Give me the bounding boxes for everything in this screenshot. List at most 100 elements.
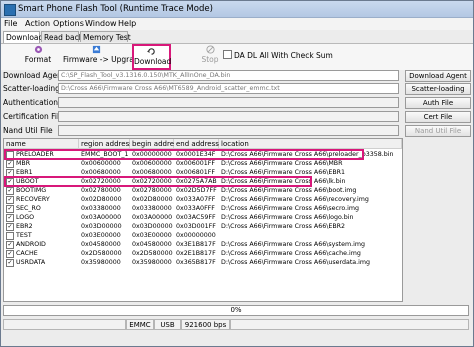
menu-options[interactable]: Options: [53, 19, 84, 28]
cell-begin: 0x2D580000: [132, 250, 173, 257]
progress-bar: 0%: [3, 305, 469, 316]
format-button[interactable]: Format: [23, 45, 53, 64]
cell-begin: 0x00000000: [132, 151, 172, 158]
download-agent-button[interactable]: Download Agent: [405, 70, 471, 82]
table-row[interactable]: TEST 0x03E00000 0x03E00000 0x00000000: [4, 231, 402, 240]
cell-begin: 0x02D80000: [132, 196, 173, 203]
row-checkbox[interactable]: [6, 250, 14, 258]
table-row[interactable]: EBR20x03D000000x03D000000x03D001FFD:\Cro…: [4, 222, 402, 231]
certification-file-input[interactable]: [58, 111, 399, 122]
cell-region: 0x02D80000: [81, 196, 122, 203]
cell-name: BOOTIMG: [16, 187, 47, 194]
tab-download[interactable]: Download: [3, 31, 43, 43]
row-checkbox[interactable]: [6, 214, 14, 222]
cell-region: 0x02720000: [81, 178, 121, 185]
row-checkbox[interactable]: [6, 232, 14, 240]
table-row[interactable]: RECOVERY0x02D800000x02D800000x033A07FFD:…: [4, 195, 402, 204]
cell-location: D:\Cross A66\Firmware Cross A66\boot.img: [221, 187, 357, 194]
row-checkbox[interactable]: [6, 223, 14, 231]
row-checkbox[interactable]: [6, 259, 14, 267]
cell-begin: 0x00600000: [132, 160, 172, 167]
cert-file-button[interactable]: Cert File: [405, 111, 471, 123]
row-checkbox[interactable]: [6, 169, 14, 177]
cell-location: D:\Cross A66\Firmware Cross A66\system.i…: [221, 241, 366, 248]
download-button[interactable]: Download: [132, 44, 171, 70]
cell-location: D:\Cross A66\Firmware Cross A66\recovery…: [221, 196, 369, 203]
scatter-loading-input[interactable]: D:\Cross A66\Firmware Cross A66\MT6589_A…: [58, 83, 399, 94]
menu-action[interactable]: Action: [25, 19, 50, 28]
nand-util-input[interactable]: [58, 125, 399, 136]
table-row[interactable]: UBOOT 0x02720000 0x02720000 0x0275A7AB D:\Cr…: [4, 177, 402, 186]
checkbox-icon: [223, 50, 232, 59]
cell-location: D:\Cross A66\Firmware Cross A66\logo.bin: [221, 214, 354, 221]
authentication-file-input[interactable]: [58, 97, 399, 108]
table-row[interactable]: ANDROID 0x04580000 0x04580000 0x3E1B817F D:\…: [4, 240, 402, 249]
tab-read-back[interactable]: Read back: [41, 31, 83, 42]
column-header-name[interactable]: name: [4, 139, 79, 149]
stop-button[interactable]: Stop: [200, 45, 220, 64]
row-checkbox[interactable]: [6, 196, 14, 204]
flash-tool-window: Smart Phone Flash Tool (Runtime Trace Mo…: [0, 0, 474, 347]
cell-location: D:\Cross A66\Firmware Cross A66\EBR1: [221, 169, 346, 176]
auth-file-button[interactable]: Auth File: [405, 97, 471, 109]
toolbar: Format Firmware -> Upgrade Download Stop…: [1, 43, 473, 70]
column-header-region-address[interactable]: region address: [79, 139, 133, 149]
cell-location: D:\Cross A66\Firmware Cross A66\secro.im…: [221, 205, 360, 212]
column-header-end-address[interactable]: end address: [174, 139, 219, 149]
row-checkbox[interactable]: [6, 160, 14, 168]
cell-name: SEC_RO: [16, 205, 41, 212]
status-cells: EMMC USB 921600 bps: [3, 319, 469, 330]
table-row[interactable]: SEC_RO 0x03380000 0x03380000 0x033A0FFF D:\C…: [4, 204, 402, 213]
column-header-location[interactable]: location: [219, 139, 402, 149]
table-row[interactable]: PRELOADER EMMC_BOOT_1 0x00000000 0x0001E34F…: [4, 150, 402, 159]
row-checkbox[interactable]: [6, 241, 14, 249]
menu-window[interactable]: Window: [85, 19, 117, 28]
cell-region: 0x03380000: [81, 205, 121, 212]
da-checksum-checkbox[interactable]: DA DL All With Check Sum: [223, 50, 333, 60]
status-message-cell: [230, 319, 469, 330]
firmware-upgrade-button[interactable]: Firmware -> Upgrade: [63, 45, 143, 64]
da-checksum-label: DA DL All With Check Sum: [234, 51, 333, 60]
baud-rate: 921600 bps: [181, 319, 230, 330]
cell-location: D:\Cross A66\Firmware Cross A66\EBR2: [221, 223, 346, 230]
table-row[interactable]: USRDATA 0x35980000 0x35980000 0x365B817F D:\…: [4, 258, 402, 267]
table-row[interactable]: BOOTIMG 0x02780000 0x02780000 0x02D5D7FF D:\…: [4, 186, 402, 195]
row-checkbox[interactable]: [6, 151, 14, 159]
cell-end: 0x03AC59FF: [176, 214, 216, 221]
port-type: USB: [154, 319, 181, 330]
menu-file[interactable]: File: [4, 19, 17, 28]
stop-label: Stop: [201, 55, 219, 64]
cell-location: D:\Cross A66\Firmware Cross A66\cache.im…: [221, 250, 361, 257]
menu-help[interactable]: Help: [118, 19, 136, 28]
nand-util-button[interactable]: Nand Util File: [405, 125, 471, 137]
cell-region: EMMC_BOOT_1: [81, 151, 129, 158]
stop-icon: [205, 45, 215, 54]
row-checkbox[interactable]: [6, 205, 14, 213]
cell-location: D:\Cross A66\Firmware Cross A66\preloade…: [221, 151, 394, 158]
table-row[interactable]: MBR 0x00600000 0x00600000 0x006001FF D:\Cros…: [4, 159, 402, 168]
download-label: Download: [134, 57, 172, 66]
cell-region: 0x03E00000: [81, 232, 121, 239]
download-agent-input[interactable]: C:\SP_Flash_Tool_v3.1316.0.150\MTK_AllIn…: [58, 70, 399, 81]
cell-begin: 0x02720000: [132, 178, 172, 185]
cell-region: 0x00600000: [81, 160, 121, 167]
column-header-begin-address[interactable]: begin address: [130, 139, 181, 149]
cell-end: 0x00000000: [176, 232, 216, 239]
certification-file-row: Certification File Cert File: [1, 111, 473, 123]
cell-location: D:\Cross A66\Firmware Cross A66\userdata…: [221, 259, 371, 266]
format-icon: [34, 45, 42, 54]
table-row[interactable]: EBR1 0x00680000 0x00680000 0x006801FF D:\Cro…: [4, 168, 402, 177]
cell-end: 0x0275A7AB: [176, 178, 217, 185]
cell-name: EBR2: [16, 223, 33, 230]
row-checkbox[interactable]: [6, 178, 14, 186]
table-row[interactable]: CACHE0x2D5800000x2D5800000x2E1B817FD:\Cr…: [4, 249, 402, 258]
scatter-loading-button[interactable]: Scatter-loading: [405, 83, 471, 95]
app-icon: [4, 4, 16, 16]
table-row[interactable]: LOGO0x03A000000x03A000000x03AC59FFD:\Cro…: [4, 213, 402, 222]
tab-memory-test[interactable]: Memory Test: [80, 31, 131, 42]
cell-end: 0x2E1B817F: [176, 250, 216, 257]
firmware-upgrade-icon: [92, 45, 100, 54]
cell-region: 0x00680000: [81, 169, 121, 176]
row-checkbox[interactable]: [6, 187, 14, 195]
cell-begin: 0x03E00000: [132, 232, 172, 239]
